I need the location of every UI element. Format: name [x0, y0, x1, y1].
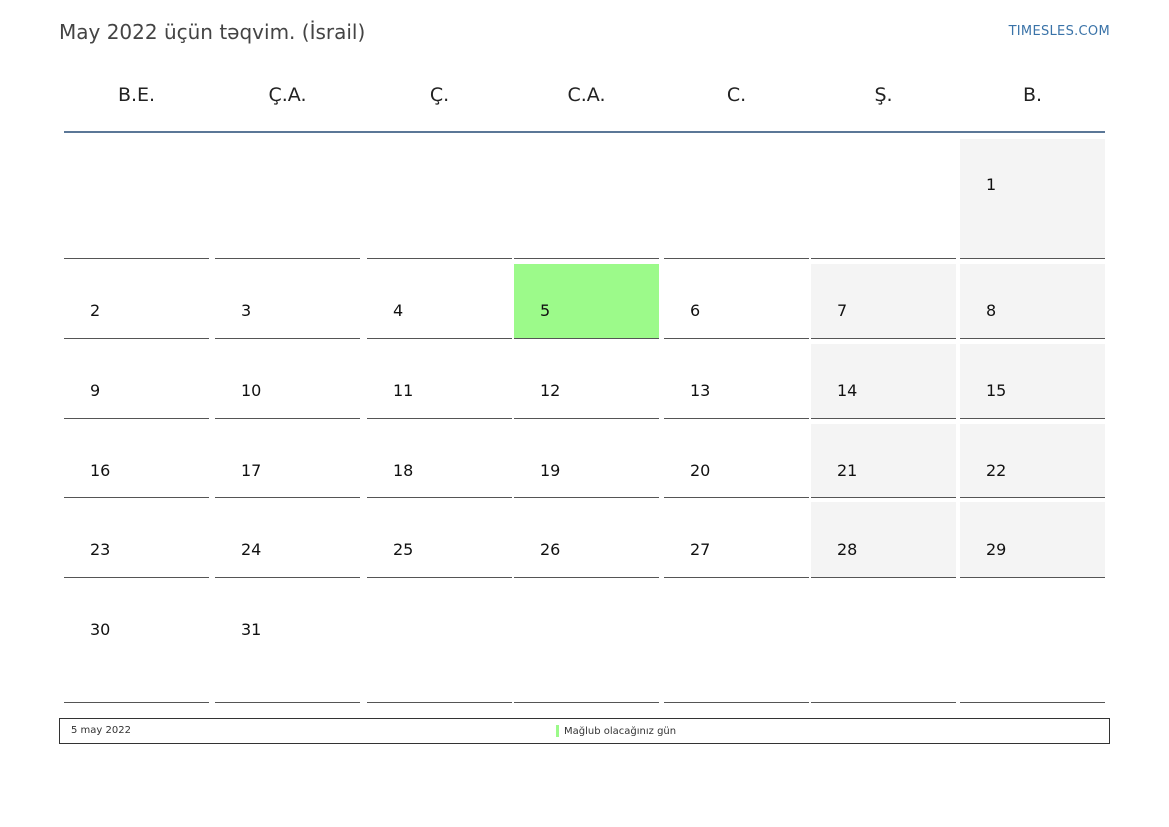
day-cell-29[interactable]: 29	[960, 502, 1105, 578]
day-number: 14	[837, 381, 858, 400]
day-number: 5	[540, 301, 551, 320]
day-cell-12[interactable]: 12	[514, 344, 659, 419]
day-number: 9	[90, 381, 101, 400]
day-cell-9[interactable]: 9	[64, 344, 209, 419]
day-cell-18[interactable]: 18	[367, 424, 512, 498]
day-cell-19[interactable]: 19	[514, 424, 659, 498]
day-number: 30	[90, 620, 111, 639]
day-number: 17	[241, 461, 262, 480]
day-number: 13	[690, 381, 711, 400]
day-cell-22[interactable]: 22	[960, 424, 1105, 498]
empty-cell	[664, 582, 809, 703]
day-number: 27	[690, 540, 711, 559]
day-cell-21[interactable]: 21	[811, 424, 956, 498]
day-cell-5[interactable]: 5	[514, 264, 659, 339]
day-cell-13[interactable]: 13	[664, 344, 809, 419]
day-cell-15[interactable]: 15	[960, 344, 1105, 419]
empty-cell	[960, 582, 1105, 703]
empty-cell	[811, 582, 956, 703]
day-number: 25	[393, 540, 414, 559]
day-cell-14[interactable]: 14	[811, 344, 956, 419]
day-number: 20	[690, 461, 711, 480]
day-number: 3	[241, 301, 252, 320]
day-cell-7[interactable]: 7	[811, 264, 956, 339]
empty-cell	[514, 139, 659, 259]
empty-cell	[64, 139, 209, 259]
day-number: 24	[241, 540, 262, 559]
empty-cell	[367, 582, 512, 703]
day-cell-8[interactable]: 8	[960, 264, 1105, 339]
day-cell-4[interactable]: 4	[367, 264, 512, 339]
day-number: 19	[540, 461, 561, 480]
day-number: 29	[986, 540, 1007, 559]
day-cell-24[interactable]: 24	[215, 502, 360, 578]
day-cell-25[interactable]: 25	[367, 502, 512, 578]
day-cell-11[interactable]: 11	[367, 344, 512, 419]
day-cell-10[interactable]: 10	[215, 344, 360, 419]
day-cell-17[interactable]: 17	[215, 424, 360, 498]
day-cell-31[interactable]: 31	[215, 582, 360, 703]
calendar-grid: 1 2 3 4 5 6 7 8 9 10 11 12 13 14 15 16 17 18 19 20 21 22 23 24 2…	[0, 0, 1169, 827]
empty-cell	[664, 139, 809, 259]
day-number: 2	[90, 301, 101, 320]
legend-box: 5 may 2022 Mağlub olacağınız gün	[59, 718, 1110, 744]
day-number: 26	[540, 540, 561, 559]
day-cell-30[interactable]: 30	[64, 582, 209, 703]
day-number: 31	[241, 620, 262, 639]
empty-cell	[215, 139, 360, 259]
day-number: 21	[837, 461, 858, 480]
day-number: 10	[241, 381, 262, 400]
day-cell-16[interactable]: 16	[64, 424, 209, 498]
legend-item: Mağlub olacağınız gün	[556, 724, 676, 738]
day-cell-2[interactable]: 2	[64, 264, 209, 339]
day-cell-26[interactable]: 26	[514, 502, 659, 578]
empty-cell	[367, 139, 512, 259]
day-cell-3[interactable]: 3	[215, 264, 360, 339]
day-cell-28[interactable]: 28	[811, 502, 956, 578]
day-number: 11	[393, 381, 414, 400]
legend-label: Mağlub olacağınız gün	[564, 725, 677, 737]
day-number: 28	[837, 540, 858, 559]
day-cell-27[interactable]: 27	[664, 502, 809, 578]
day-number: 12	[540, 381, 561, 400]
day-number: 6	[690, 301, 701, 320]
day-cell-23[interactable]: 23	[64, 502, 209, 578]
day-number: 15	[986, 381, 1007, 400]
day-cell-20[interactable]: 20	[664, 424, 809, 498]
day-number: 7	[837, 301, 848, 320]
day-number: 22	[986, 461, 1007, 480]
empty-cell	[811, 139, 956, 259]
legend-swatch	[556, 725, 559, 737]
day-number: 16	[90, 461, 111, 480]
day-number: 18	[393, 461, 414, 480]
empty-cell	[514, 582, 659, 703]
day-cell-1[interactable]: 1	[960, 139, 1105, 259]
day-number: 1	[986, 175, 997, 194]
legend-date: 5 may 2022	[71, 725, 131, 736]
day-number: 4	[393, 301, 404, 320]
day-cell-6[interactable]: 6	[664, 264, 809, 339]
day-number: 8	[986, 301, 997, 320]
day-number: 23	[90, 540, 111, 559]
